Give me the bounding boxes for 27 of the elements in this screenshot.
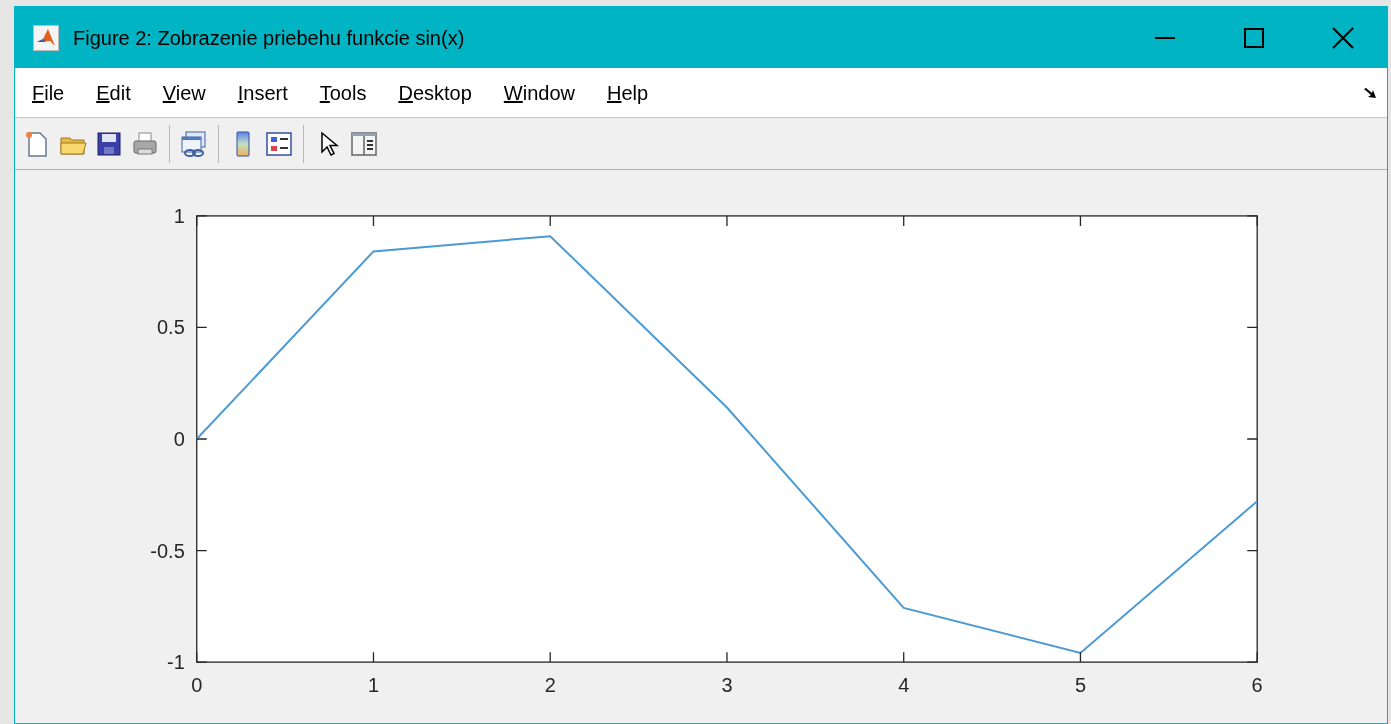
x-tick-label: 3 xyxy=(721,674,733,697)
x-tick-label: 2 xyxy=(544,674,556,697)
maximize-icon xyxy=(1243,27,1264,48)
menu-item[interactable]: File xyxy=(32,77,65,108)
menu-item[interactable]: Window xyxy=(503,77,575,108)
x-tick-label: 5 xyxy=(1074,674,1086,697)
x-tick-label: 1 xyxy=(367,674,380,697)
x-tick-label: 4 xyxy=(898,674,910,697)
menu-item[interactable]: Insert xyxy=(237,77,288,108)
y-tick-label: -0.5 xyxy=(150,539,185,562)
dock-arrow-icon[interactable] xyxy=(1363,86,1377,99)
menu-item[interactable]: View xyxy=(162,77,206,108)
close-icon xyxy=(1331,26,1354,49)
linked-windows-icon[interactable] xyxy=(179,128,209,159)
menu-item[interactable]: Edit xyxy=(96,77,131,108)
y-tick-label: 0 xyxy=(173,428,185,450)
y-tick-label: -1 xyxy=(167,651,185,674)
window-title: Figure 2: Zobrazenie priebehu funkcie sin(x) xyxy=(73,25,465,51)
y-tick-label: 0.5 xyxy=(157,316,185,339)
x-tick-label: 6 xyxy=(1251,674,1263,697)
minimize-icon xyxy=(1154,36,1175,39)
menu-item[interactable]: Tools xyxy=(319,77,367,108)
menu-item[interactable]: Help xyxy=(607,77,649,108)
menu-item[interactable]: Desktop xyxy=(398,77,472,108)
app-logo-icon xyxy=(33,24,59,51)
y-tick-label: 1 xyxy=(173,204,185,227)
x-tick-label: 0 xyxy=(191,674,203,697)
